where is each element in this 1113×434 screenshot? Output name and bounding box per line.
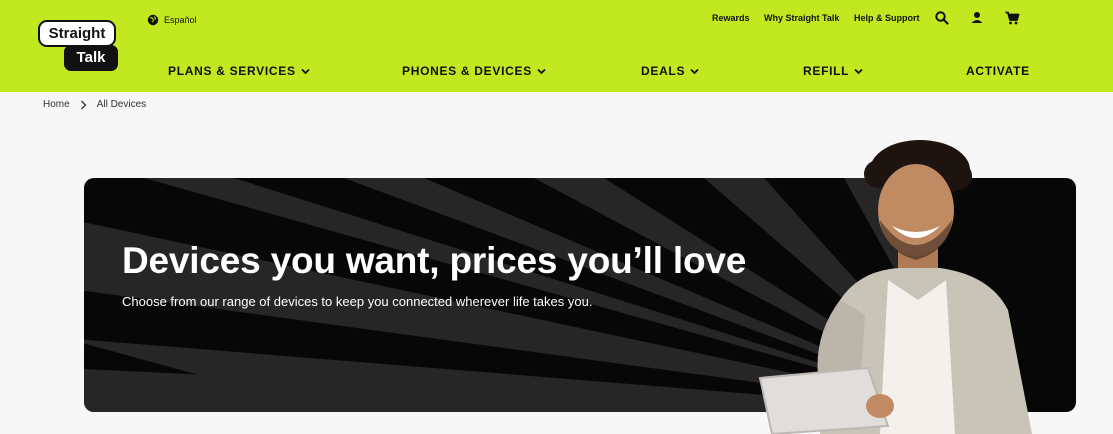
language-link[interactable]: Español — [147, 13, 197, 27]
chevron-down-icon — [854, 68, 863, 74]
chevron-down-icon — [301, 68, 310, 74]
hero-subtitle: Choose from our range of devices to keep… — [122, 294, 593, 309]
nav-plans-services[interactable]: PLANS & SERVICES — [168, 64, 310, 78]
nav-deals[interactable]: DEALS — [641, 64, 699, 78]
account-icon[interactable] — [969, 10, 985, 26]
nav-label: PLANS & SERVICES — [168, 64, 296, 78]
cart-icon[interactable] — [1004, 10, 1020, 26]
nav-label: ACTIVATE — [966, 64, 1030, 78]
smiling-man-with-tablet-image — [758, 140, 1032, 434]
site-header: Straight Talk Español Rewards Why Straig… — [0, 0, 1113, 92]
nav-refill[interactable]: REFILL — [803, 64, 863, 78]
search-icon[interactable] — [934, 10, 950, 26]
chevron-down-icon — [690, 68, 699, 74]
help-support-link[interactable]: Help & Support — [854, 13, 920, 23]
hero-title: Devices you want, prices you’ll love — [122, 240, 747, 281]
nav-label: PHONES & DEVICES — [402, 64, 532, 78]
globe-icon — [147, 14, 159, 26]
rewards-link[interactable]: Rewards — [712, 13, 750, 23]
nav-activate[interactable]: ACTIVATE — [966, 64, 1030, 78]
logo-line2: Talk — [64, 45, 118, 71]
nav-label: REFILL — [803, 64, 850, 78]
breadcrumb-home[interactable]: Home — [43, 99, 70, 110]
why-straight-talk-link[interactable]: Why Straight Talk — [764, 13, 839, 23]
breadcrumb-current: All Devices — [96, 99, 147, 110]
logo-line1: Straight — [38, 20, 116, 47]
chevron-right-icon — [80, 100, 87, 109]
straight-talk-logo[interactable]: Straight Talk — [38, 20, 120, 72]
nav-phones-devices[interactable]: PHONES & DEVICES — [402, 64, 546, 78]
nav-label: DEALS — [641, 64, 686, 78]
breadcrumb: Home All Devices — [43, 99, 146, 110]
language-link-label: Español — [164, 15, 197, 25]
chevron-down-icon — [537, 68, 546, 74]
